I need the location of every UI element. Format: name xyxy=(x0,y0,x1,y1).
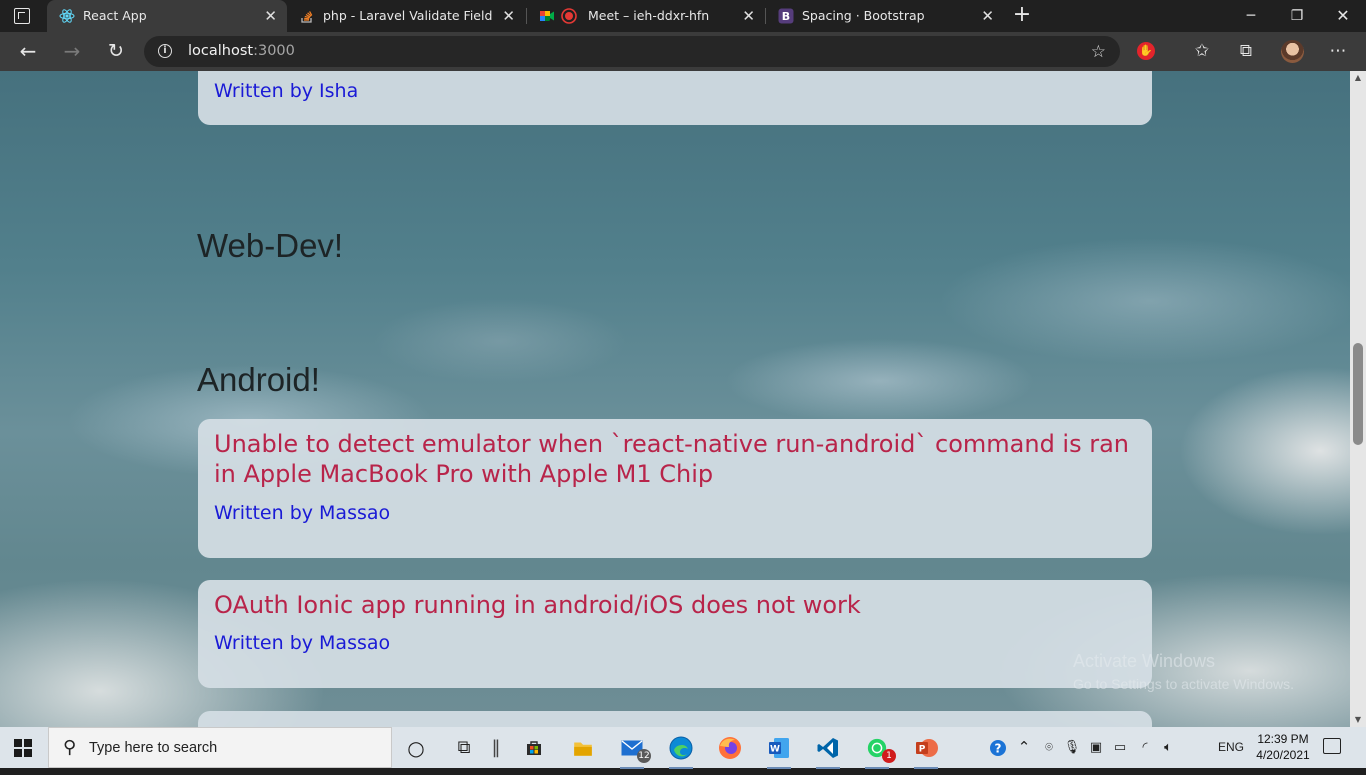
task-view-icon[interactable]: ⧉ xyxy=(449,733,479,763)
section-heading-web-dev: Web-Dev! xyxy=(197,227,344,264)
help-icon[interactable]: ? xyxy=(986,727,1010,768)
close-icon[interactable]: ✕ xyxy=(1320,0,1366,32)
post-title[interactable]: Unable to detect emulator when `react-na… xyxy=(214,429,1132,489)
restore-icon[interactable]: ❐ xyxy=(1274,0,1320,32)
display-icon[interactable]: ▣ xyxy=(1086,727,1106,768)
add-favorite-icon[interactable]: ☆ xyxy=(1091,42,1106,62)
tab-stackoverflow[interactable]: php - Laravel Validate Field X if F ✕ xyxy=(287,0,525,32)
meet-now-icon[interactable]: ⌾ xyxy=(1038,727,1060,768)
scroll-up-icon[interactable]: ▲ xyxy=(1350,71,1366,85)
tab-actions-icon[interactable] xyxy=(14,8,30,24)
word-icon[interactable]: W xyxy=(764,733,794,769)
close-tab-icon[interactable]: ✕ xyxy=(502,0,515,32)
scrollbar-thumb[interactable] xyxy=(1353,343,1363,445)
mail-icon[interactable]: 12 xyxy=(617,733,651,769)
new-tab-icon[interactable]: + xyxy=(1011,0,1033,32)
search-placeholder: Type here to search xyxy=(89,740,218,756)
tab-strip: React App ✕ php - Laravel Validate Field… xyxy=(0,0,1366,32)
activation-watermark-subtitle: Go to Settings to activate Windows. xyxy=(1073,676,1294,692)
mail-badge: 12 xyxy=(637,749,651,763)
stackoverflow-icon xyxy=(301,11,313,23)
taskbar-divider-icon: ‖ xyxy=(491,737,501,758)
forward-icon[interactable]: → xyxy=(54,32,90,71)
svg-text:P: P xyxy=(919,745,926,755)
post-author: Written by Massao xyxy=(214,632,391,654)
clock[interactable]: 12:39 PM 4/20/2021 xyxy=(1252,731,1314,763)
volume-icon[interactable]: 🔈︎ xyxy=(1157,727,1179,768)
close-tab-icon[interactable]: ✕ xyxy=(264,0,277,32)
scroll-down-icon[interactable]: ▼ xyxy=(1350,713,1366,727)
tab-bootstrap[interactable]: B Spacing · Bootstrap ✕ xyxy=(766,0,1004,32)
whatsapp-icon[interactable]: 1 xyxy=(862,733,896,769)
tab-title: Spacing · Bootstrap xyxy=(802,8,925,23)
more-icon[interactable]: ⋯ xyxy=(1320,32,1356,71)
react-icon xyxy=(59,9,75,23)
tab-react-app[interactable]: React App ✕ xyxy=(47,0,287,32)
post-author: Written by Massao xyxy=(214,502,391,524)
tab-title: Meet – ieh-ddxr-hfn xyxy=(588,8,710,23)
url-port: :3000 xyxy=(253,43,295,59)
activation-watermark-title: Activate Windows xyxy=(1073,651,1216,671)
address-bar[interactable]: i localhost:3000 ☆ xyxy=(144,36,1120,67)
show-hidden-icons-icon[interactable]: ⌃ xyxy=(1013,727,1035,768)
close-tab-icon[interactable]: ✕ xyxy=(742,0,755,32)
site-info-icon[interactable]: i xyxy=(158,44,172,58)
favorites-icon[interactable]: ✩ xyxy=(1184,32,1220,71)
extension-icon[interactable]: ✋ xyxy=(1137,42,1155,60)
svg-text:B: B xyxy=(782,10,790,23)
microphone-icon[interactable]: 🎙︎ xyxy=(1062,727,1082,768)
tab-title: React App xyxy=(83,8,147,23)
windows-start-icon[interactable] xyxy=(14,739,32,757)
section-heading-android: Android! xyxy=(197,361,320,398)
profile-avatar[interactable] xyxy=(1281,40,1304,63)
firefox-icon[interactable] xyxy=(715,733,745,763)
clock-time: 12:39 PM xyxy=(1257,732,1309,746)
whatsapp-badge: 1 xyxy=(882,749,896,763)
page-viewport: Written by Isha Web-Dev! Android! Unable… xyxy=(0,71,1350,727)
minimize-icon[interactable]: ─ xyxy=(1228,0,1274,32)
collections-icon[interactable]: ⧉ xyxy=(1228,32,1264,71)
url-host: localhost xyxy=(188,43,254,59)
battery-icon[interactable]: ▭ xyxy=(1110,727,1130,768)
bootstrap-icon: B xyxy=(778,8,794,24)
post-title[interactable]: OAuth Ionic app running in android/iOS d… xyxy=(214,590,1132,620)
edge-icon[interactable] xyxy=(666,733,696,769)
clock-date: 4/20/2021 xyxy=(1256,748,1310,762)
file-explorer-icon[interactable] xyxy=(568,733,598,763)
post-card[interactable]: Unable to detect emulator when `react-na… xyxy=(198,419,1152,558)
post-card[interactable]: OAuth Ionic app running in android/iOS d… xyxy=(198,580,1152,688)
page-scrollbar[interactable]: ▲ ▼ xyxy=(1350,71,1366,727)
tab-meet[interactable]: Meet – ieh-ddxr-hfn ✕ xyxy=(527,0,765,32)
tab-title: php - Laravel Validate Field X if F xyxy=(323,8,495,23)
url-text[interactable]: localhost:3000 xyxy=(188,36,295,67)
close-tab-icon[interactable]: ✕ xyxy=(981,0,994,32)
post-card[interactable] xyxy=(198,711,1152,727)
microsoft-store-icon[interactable] xyxy=(519,733,549,763)
svg-text:W: W xyxy=(770,745,780,755)
search-icon: ⚲ xyxy=(63,737,77,758)
browser-toolbar: ← → ↻ i localhost:3000 ☆ ✋ ✩ ⧉ ⋯ xyxy=(0,32,1366,71)
wifi-icon[interactable]: ◜ xyxy=(1134,727,1156,768)
cortana-icon[interactable]: ○ xyxy=(401,733,431,763)
post-author: Written by Isha xyxy=(214,80,359,102)
powerpoint-icon[interactable]: P xyxy=(911,733,941,769)
windows-taskbar: ⚲ Type here to search ○ ⧉ ‖ 12 W 1 P ? ⌃… xyxy=(0,727,1366,769)
recording-icon xyxy=(561,8,577,24)
refresh-icon[interactable]: ↻ xyxy=(98,32,134,71)
notifications-icon[interactable] xyxy=(1323,738,1341,754)
post-card[interactable]: Written by Isha xyxy=(198,71,1152,125)
back-icon[interactable]: ← xyxy=(10,32,46,71)
vscode-icon[interactable] xyxy=(813,733,843,769)
google-meet-icon xyxy=(540,11,554,21)
language-indicator[interactable]: ENG xyxy=(1215,727,1247,768)
svg-text:?: ? xyxy=(995,742,1002,756)
taskbar-search[interactable]: ⚲ Type here to search xyxy=(48,727,392,768)
